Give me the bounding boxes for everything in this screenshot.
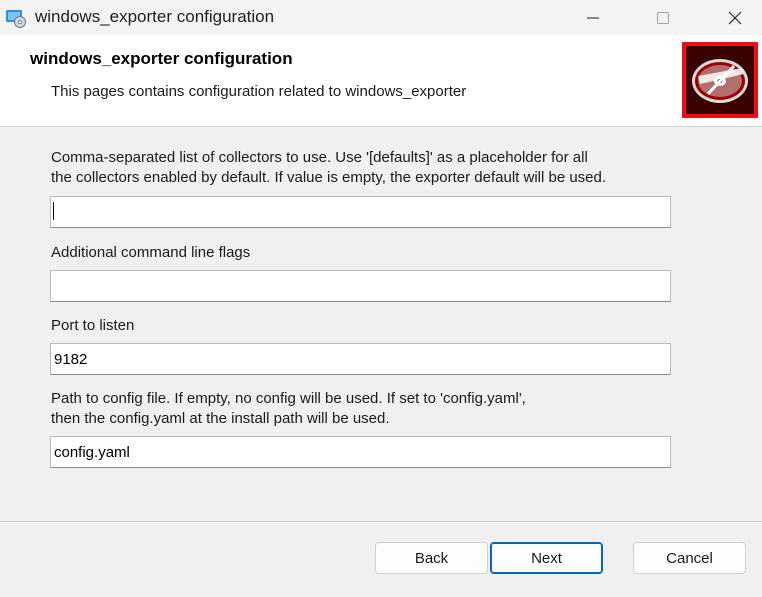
config-path-input[interactable] [50,436,671,468]
close-icon [728,11,742,25]
banner-title: windows_exporter configuration [30,49,293,68]
collectors-label: Comma-separated list of collectors to us… [51,148,606,188]
maximize-icon [657,12,669,24]
header-banner: windows_exporter configuration This page… [0,35,762,127]
collectors-label-line1: Comma-separated list of collectors to us… [51,149,588,166]
config-path-label-line2: then the config.yaml at the install path… [51,410,390,427]
maximize-button[interactable] [640,0,686,35]
flags-label-text: Additional command line flags [51,244,251,261]
footer-divider [0,521,762,522]
flags-label: Additional command line flags [51,243,250,263]
text-caret [53,202,54,220]
title-bar: windows_exporter configuration [0,0,762,35]
command-flags-input[interactable] [50,270,671,302]
next-button[interactable]: Next [490,542,603,574]
banner-subtitle: This pages contains configuration relate… [51,83,467,100]
back-button[interactable]: Back [375,542,488,574]
port-input[interactable] [50,343,671,375]
config-path-label: Path to config file. If empty, no config… [51,389,526,429]
config-path-label-line1: Path to config file. If empty, no config… [51,390,526,407]
minimize-icon [587,17,599,19]
cancel-button[interactable]: Cancel [633,542,746,574]
close-button[interactable] [712,0,758,35]
disc-logo-icon [686,46,754,114]
collectors-label-line2: the collectors enabled by default. If va… [51,169,607,186]
minimize-button[interactable] [570,0,616,35]
collectors-input[interactable] [50,196,671,228]
installer-disc-icon [5,6,27,28]
port-label-text: Port to listen [51,317,135,334]
port-label: Port to listen [51,316,134,336]
window-title: windows_exporter configuration [35,7,275,26]
banner-image [682,42,758,118]
